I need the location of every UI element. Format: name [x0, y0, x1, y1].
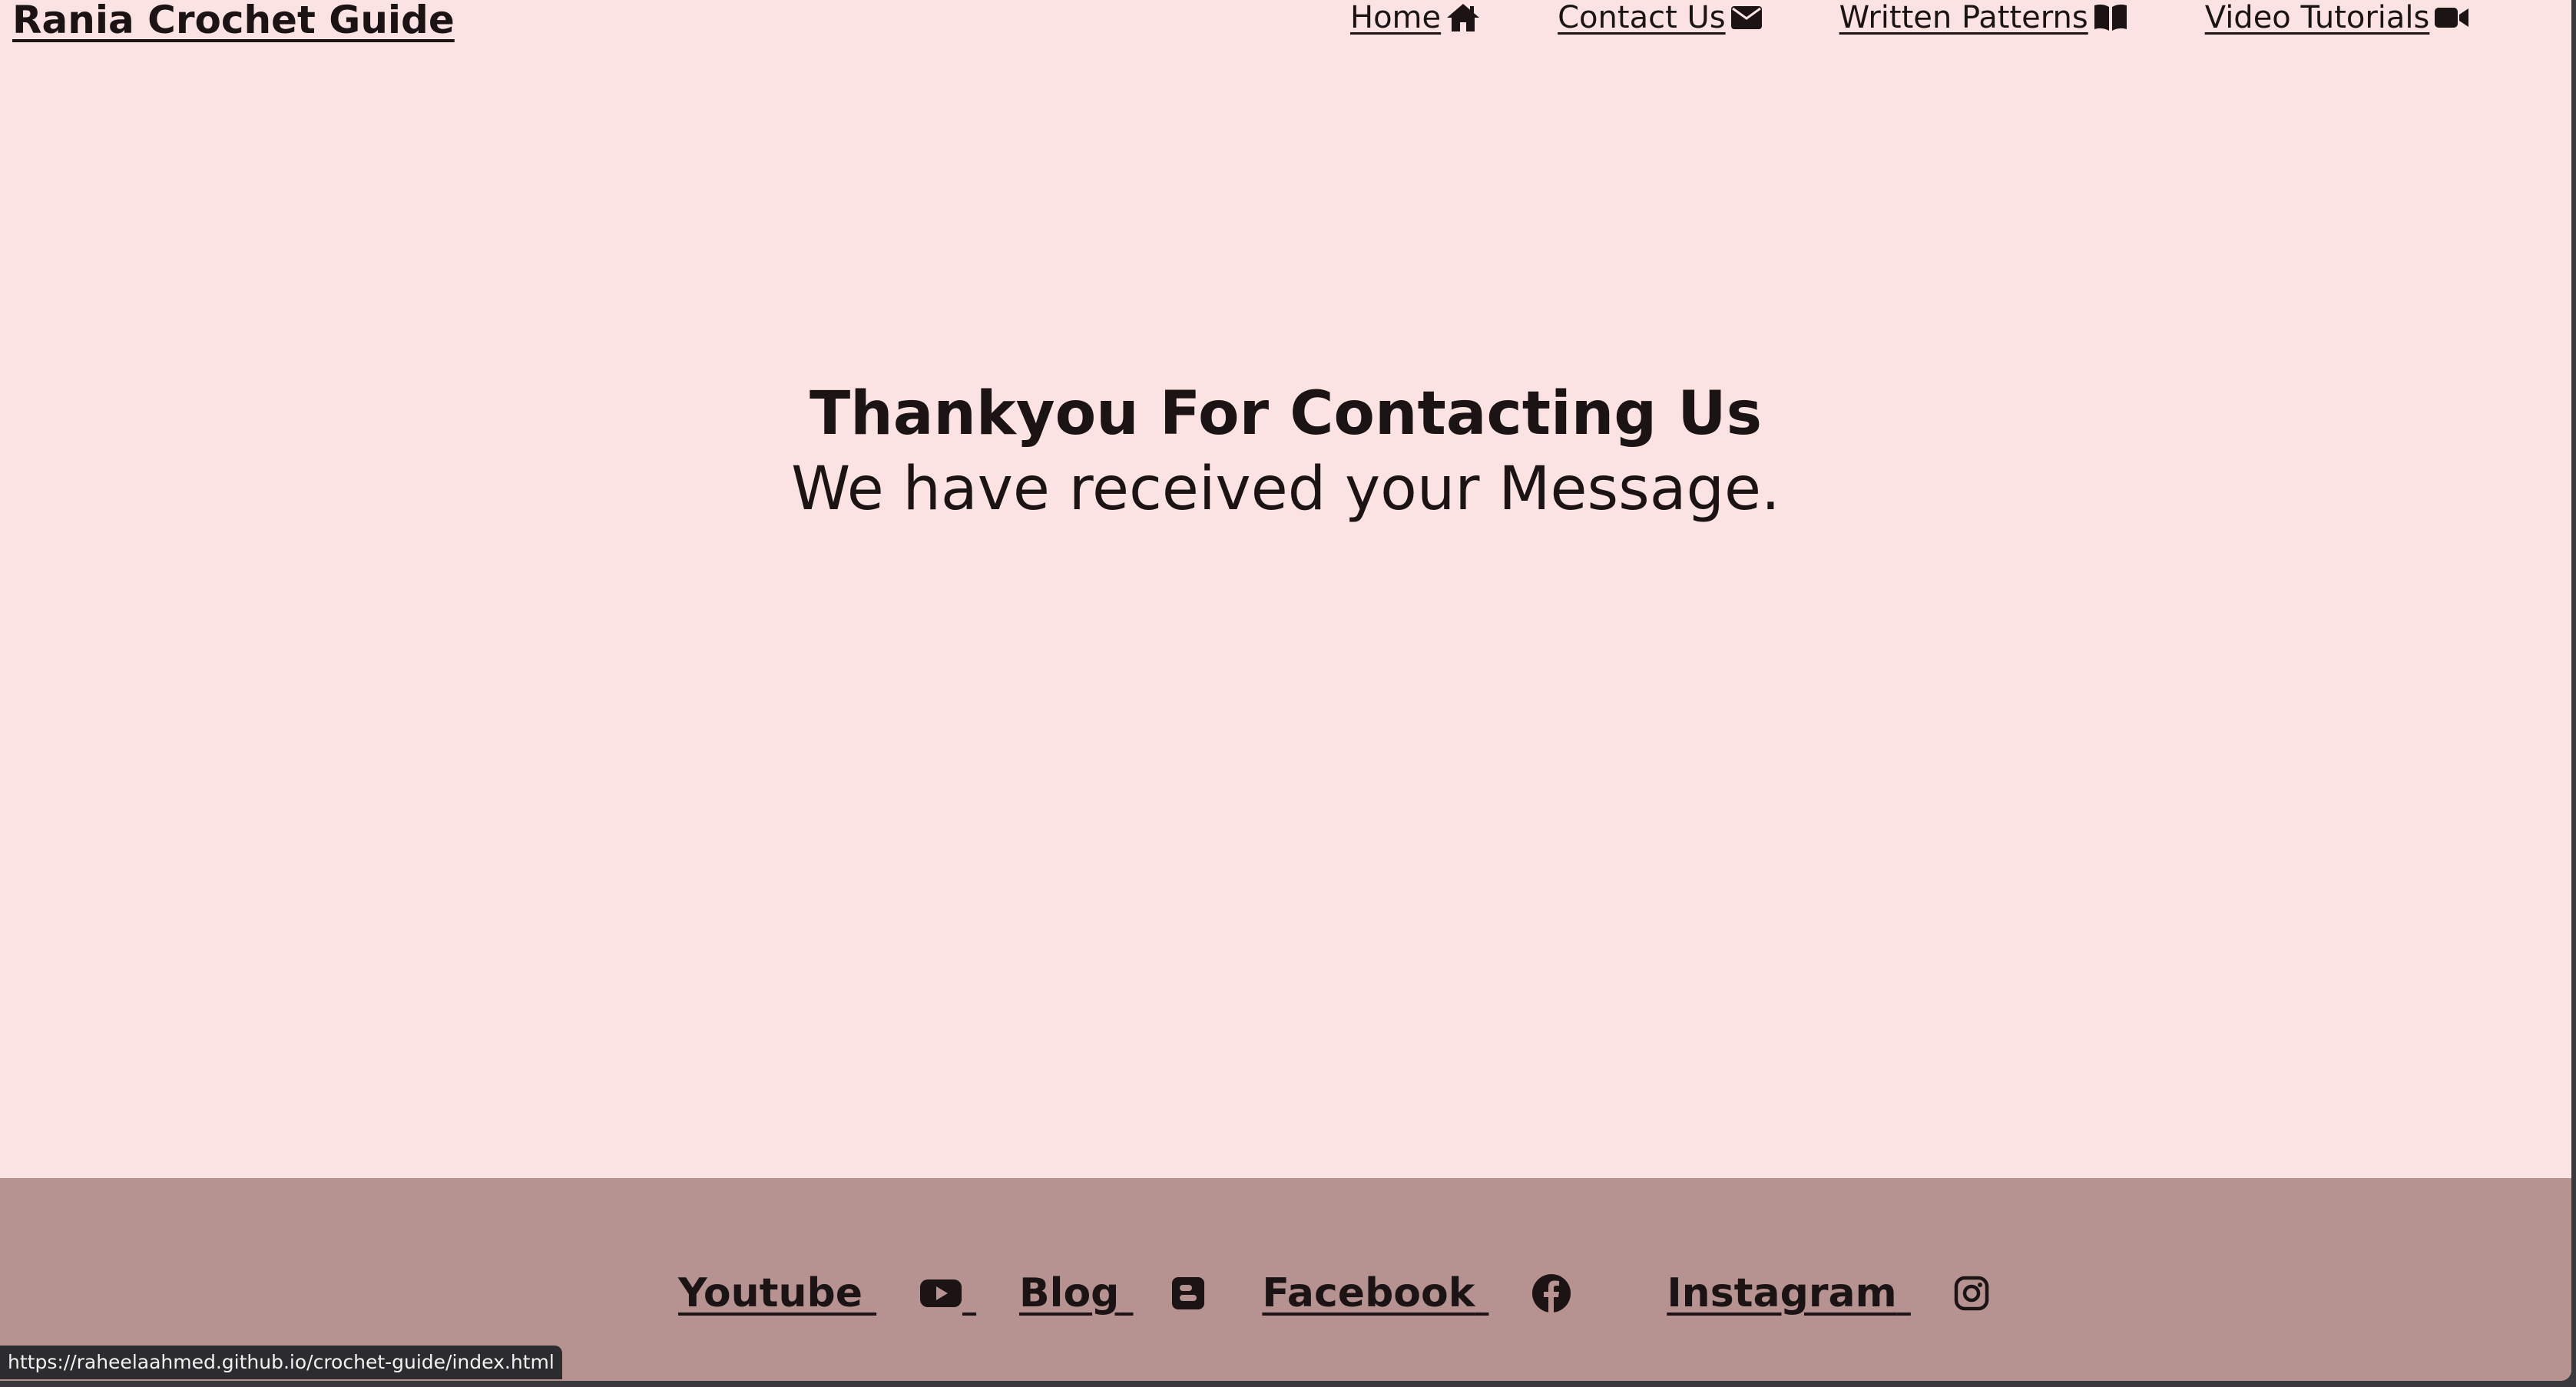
social-links: Youtube Blog Facebook Instagram — [678, 1269, 1989, 1318]
facebook-label: Facebook — [1262, 1270, 1475, 1316]
nav-contact-label: Contact Us — [1558, 0, 1726, 35]
nav-video-tutorials-link[interactable]: Video Tutorials — [2205, 1, 2470, 35]
nav-written-patterns-label: Written Patterns — [1839, 0, 2088, 35]
nav-home-label: Home — [1350, 0, 1442, 35]
instagram-label: Instagram — [1667, 1270, 1897, 1316]
home-icon — [1445, 2, 1481, 33]
brand-logo-link[interactable]: Rania Crochet Guide — [12, 0, 455, 40]
browser-viewport: Rania Crochet Guide Home Contact Us Writ… — [0, 0, 2571, 1381]
blogger-icon — [1171, 1276, 1205, 1310]
instagram-icon — [1954, 1276, 1989, 1311]
page-title: Thankyou For Contacting Us — [809, 379, 1763, 449]
youtube-icon — [919, 1278, 962, 1309]
facebook-link[interactable]: Facebook — [1262, 1270, 1571, 1316]
youtube-label: Youtube — [678, 1270, 863, 1316]
nav-video-tutorials-label: Video Tutorials — [2204, 0, 2430, 35]
main-nav: Home Contact Us Written Patterns Video T… — [1350, 0, 2469, 35]
blog-link[interactable]: Blog — [1019, 1270, 1205, 1316]
confirmation-message: We have received your Message. — [791, 455, 1780, 524]
site-header: Rania Crochet Guide Home Contact Us Writ… — [0, 0, 2571, 54]
nav-contact-link[interactable]: Contact Us — [1558, 1, 1762, 35]
thank-you-section: Thankyou For Contacting Us We have recei… — [0, 376, 2571, 527]
link-preview-status-bar: https://raheelaahmed.github.io/crochet-g… — [0, 1346, 562, 1379]
nav-written-patterns-link[interactable]: Written Patterns — [1839, 1, 2128, 35]
nav-home-link[interactable]: Home — [1350, 1, 1481, 35]
blog-label: Blog — [1019, 1270, 1120, 1316]
envelope-icon — [1730, 5, 1763, 31]
youtube-link[interactable]: Youtube — [678, 1270, 1019, 1316]
facebook-icon — [1531, 1273, 1571, 1313]
book-icon — [2093, 3, 2128, 32]
video-camera-icon — [2434, 5, 2469, 31]
instagram-link[interactable]: Instagram — [1667, 1270, 1988, 1316]
